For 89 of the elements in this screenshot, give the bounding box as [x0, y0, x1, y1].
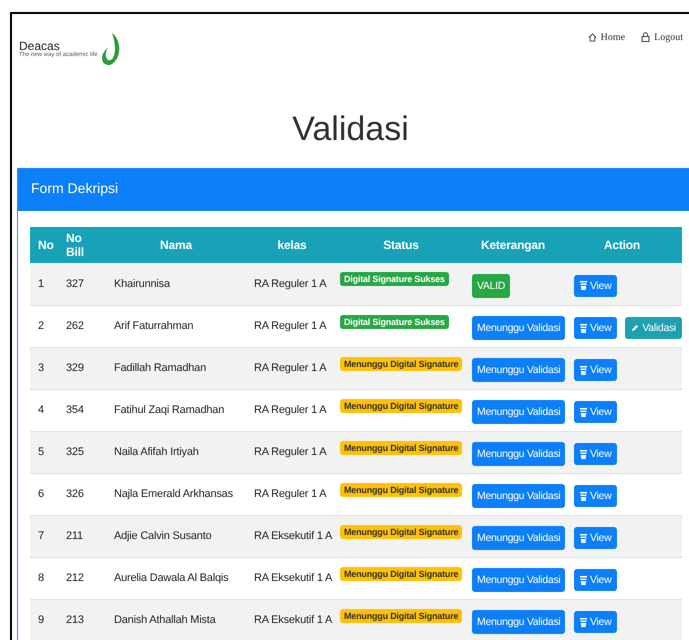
- list-icon: [580, 492, 587, 500]
- view-button[interactable]: View: [574, 569, 618, 591]
- table-cell: 213: [58, 599, 106, 640]
- table-cell: RA Reguler 1 A: [246, 305, 338, 347]
- column-header: Keterangan: [464, 227, 562, 263]
- table-cell: Naila Afifah Irtiyah: [106, 431, 246, 473]
- view-button[interactable]: View: [574, 274, 618, 297]
- table-cell: RA Eksekutif 1 A: [246, 557, 338, 599]
- status-badge: Menunggu Digital Signature: [340, 566, 462, 580]
- table-cell: 7: [30, 515, 58, 557]
- status-badge: Digital Signature Sukses: [340, 314, 449, 328]
- list-icon: [580, 576, 587, 584]
- status-badge: Menunggu Digital Signature: [340, 398, 462, 412]
- view-button[interactable]: View: [574, 317, 618, 339]
- table-cell: Aurelia Dawala Al Balqis: [106, 557, 246, 599]
- table-cell: Fatihul Zaqi Ramadhan: [106, 389, 246, 431]
- table-cell: Khairunnisa: [106, 263, 246, 305]
- home-icon: [588, 32, 597, 42]
- view-button[interactable]: View: [574, 611, 618, 633]
- view-button[interactable]: View: [574, 485, 618, 507]
- status-badge: Menunggu Digital Signature: [340, 608, 462, 622]
- table-cell: 354: [58, 389, 106, 431]
- list-icon: [580, 450, 587, 458]
- status-button[interactable]: Menunggu Validasi: [472, 568, 566, 592]
- logo-text: Deacas: [19, 40, 60, 52]
- table-cell: RA Eksekutif 1 A: [246, 515, 338, 557]
- status-button[interactable]: Menunggu Validasi: [472, 610, 566, 634]
- list-icon: [580, 366, 587, 374]
- table-cell: Fadillah Ramadhan: [106, 347, 246, 389]
- table-cell: 2: [30, 305, 58, 347]
- list-icon: [580, 534, 587, 542]
- validate-button[interactable]: Validasi: [625, 317, 682, 339]
- table-cell: RA Reguler 1 A: [246, 431, 338, 473]
- table-cell: 8: [30, 557, 58, 599]
- table-cell: 6: [30, 473, 58, 515]
- column-header: Nama: [106, 227, 246, 263]
- status-button[interactable]: Menunggu Validasi: [472, 400, 566, 424]
- pencil-icon: [631, 324, 640, 332]
- status-button[interactable]: Menunggu Validasi: [472, 358, 566, 382]
- status-badge: Menunggu Digital Signature: [340, 524, 462, 538]
- table-cell: Adjie Calvin Susanto: [106, 515, 246, 557]
- card-header: Form Dekripsi: [18, 168, 689, 211]
- view-button[interactable]: View: [574, 443, 618, 465]
- table-cell: 262: [58, 305, 106, 347]
- status-badge: Menunggu Digital Signature: [340, 356, 462, 370]
- nav-link[interactable]: Home: [588, 31, 626, 43]
- table-cell: Arif Faturrahman: [106, 305, 246, 347]
- leaf-logo-icon: [100, 32, 120, 66]
- column-header: No Bill: [58, 227, 106, 263]
- table-cell: 211: [58, 515, 106, 557]
- table-cell: RA Eksekutif 1 A: [246, 599, 338, 640]
- list-icon: [580, 324, 587, 332]
- view-button[interactable]: View: [574, 401, 618, 423]
- table-cell: RA Reguler 1 A: [246, 389, 338, 431]
- nav-link[interactable]: Logout: [641, 31, 683, 43]
- status-button[interactable]: Menunggu Validasi: [472, 442, 566, 466]
- table-cell: 9: [30, 599, 58, 640]
- list-icon: [580, 618, 587, 626]
- table-cell: Danish Athallah Mista: [106, 599, 246, 640]
- table-cell: 212: [58, 557, 106, 599]
- table-cell: 1: [30, 263, 58, 305]
- table-cell: Najla Emerald Arkhansas: [106, 473, 246, 515]
- view-button[interactable]: View: [574, 527, 618, 549]
- view-button[interactable]: View: [574, 359, 618, 381]
- table-cell: RA Reguler 1 A: [246, 347, 338, 389]
- lock-icon: [641, 32, 650, 42]
- status-badge: Menunggu Digital Signature: [340, 440, 462, 454]
- table-cell: 325: [58, 431, 106, 473]
- status-badge: Menunggu Digital Signature: [340, 482, 462, 496]
- table-cell: 5: [30, 431, 58, 473]
- status-button[interactable]: Menunggu Validasi: [472, 484, 566, 508]
- status-button[interactable]: Menunggu Validasi: [472, 526, 566, 550]
- status-button[interactable]: VALID: [472, 274, 510, 298]
- table-cell: RA Reguler 1 A: [246, 473, 338, 515]
- status-badge: Digital Signature Sukses: [340, 272, 449, 286]
- table-cell: 327: [58, 263, 106, 305]
- column-header: Status: [338, 227, 464, 263]
- column-header: No: [30, 227, 58, 263]
- table-cell: 329: [58, 347, 106, 389]
- table-cell: 326: [58, 473, 106, 515]
- list-icon: [580, 281, 587, 290]
- table-cell: RA Reguler 1 A: [246, 263, 338, 305]
- column-header: kelas: [246, 227, 338, 263]
- list-icon: [580, 408, 587, 416]
- table-cell: 4: [30, 389, 58, 431]
- page-title: Validasi: [291, 109, 410, 149]
- status-button[interactable]: Menunggu Validasi: [472, 316, 566, 340]
- column-header: Action: [562, 227, 682, 263]
- table-cell: 3: [30, 347, 58, 389]
